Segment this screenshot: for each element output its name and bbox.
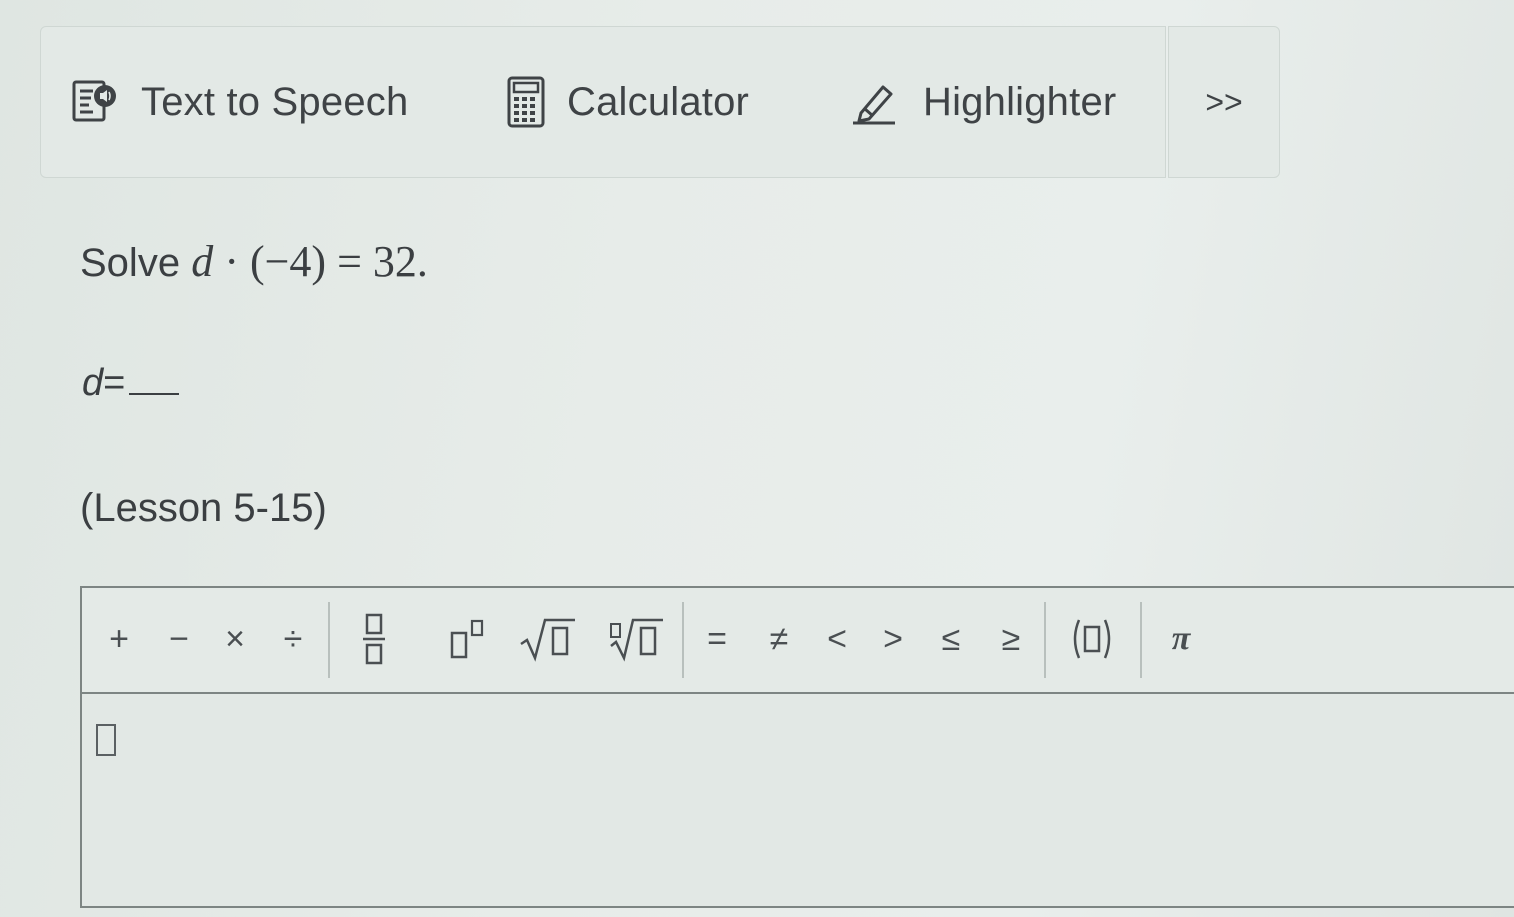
square-root-button[interactable] bbox=[518, 608, 578, 670]
minus-button[interactable]: − bbox=[162, 608, 196, 670]
fraction-icon bbox=[363, 613, 385, 665]
more-tools-button[interactable]: >> bbox=[1168, 26, 1280, 178]
plus-button[interactable]: + bbox=[102, 608, 136, 670]
question-expression: · (−4) = 32. bbox=[224, 237, 428, 286]
question-variable: d bbox=[191, 237, 214, 286]
palette-divider bbox=[1140, 602, 1142, 678]
less-equal-button[interactable]: ≤ bbox=[934, 608, 968, 670]
math-palette: + − × ÷ = ≠ < > ≤ ≥ π bbox=[82, 588, 1514, 694]
exponent-icon bbox=[450, 619, 484, 659]
text-to-speech-icon bbox=[71, 79, 119, 125]
palette-divider bbox=[682, 602, 684, 678]
question-prefix: Solve bbox=[80, 241, 181, 285]
math-editor: + − × ÷ = ≠ < > ≤ ≥ π bbox=[80, 586, 1514, 908]
text-to-speech-button[interactable]: Text to Speech bbox=[71, 27, 408, 177]
text-to-speech-label: Text to Speech bbox=[141, 79, 409, 124]
parentheses-icon bbox=[1073, 619, 1111, 659]
answer-input[interactable] bbox=[82, 694, 1514, 906]
highlighter-label: Highlighter bbox=[923, 79, 1117, 124]
square-root-icon bbox=[520, 618, 575, 662]
greater-equal-button[interactable]: ≥ bbox=[994, 608, 1028, 670]
highlighter-icon bbox=[851, 79, 901, 125]
nth-root-icon bbox=[610, 618, 663, 662]
not-equal-button[interactable]: ≠ bbox=[762, 608, 796, 670]
times-button[interactable]: × bbox=[218, 608, 252, 670]
divide-button[interactable]: ÷ bbox=[276, 608, 310, 670]
question-text: Solve d · (−4) = 32. bbox=[80, 236, 428, 287]
lesson-reference: (Lesson 5-15) bbox=[80, 486, 327, 530]
answer-equals: = bbox=[103, 362, 126, 404]
answer-blank bbox=[129, 363, 180, 395]
palette-divider bbox=[1044, 602, 1046, 678]
calculator-label: Calculator bbox=[567, 79, 750, 124]
greater-than-button[interactable]: > bbox=[876, 608, 910, 670]
answer-prompt: d= bbox=[82, 362, 180, 405]
highlighter-button[interactable]: Highlighter bbox=[851, 27, 1116, 177]
nth-root-button[interactable] bbox=[606, 608, 666, 670]
exponent-button[interactable] bbox=[448, 608, 492, 670]
palette-divider bbox=[328, 602, 330, 678]
equals-button[interactable]: = bbox=[700, 608, 734, 670]
more-tools-label: >> bbox=[1205, 83, 1243, 120]
answer-variable: d bbox=[82, 362, 104, 404]
calculator-button[interactable]: Calculator bbox=[507, 27, 749, 177]
input-placeholder-box bbox=[96, 724, 116, 756]
tool-bar: Text to Speech Calculator Highlighter bbox=[40, 26, 1166, 178]
parentheses-button[interactable] bbox=[1066, 608, 1118, 670]
calculator-icon bbox=[507, 76, 545, 128]
less-than-button[interactable]: < bbox=[820, 608, 854, 670]
fraction-button[interactable] bbox=[352, 608, 396, 670]
pi-button[interactable]: π bbox=[1164, 608, 1198, 670]
